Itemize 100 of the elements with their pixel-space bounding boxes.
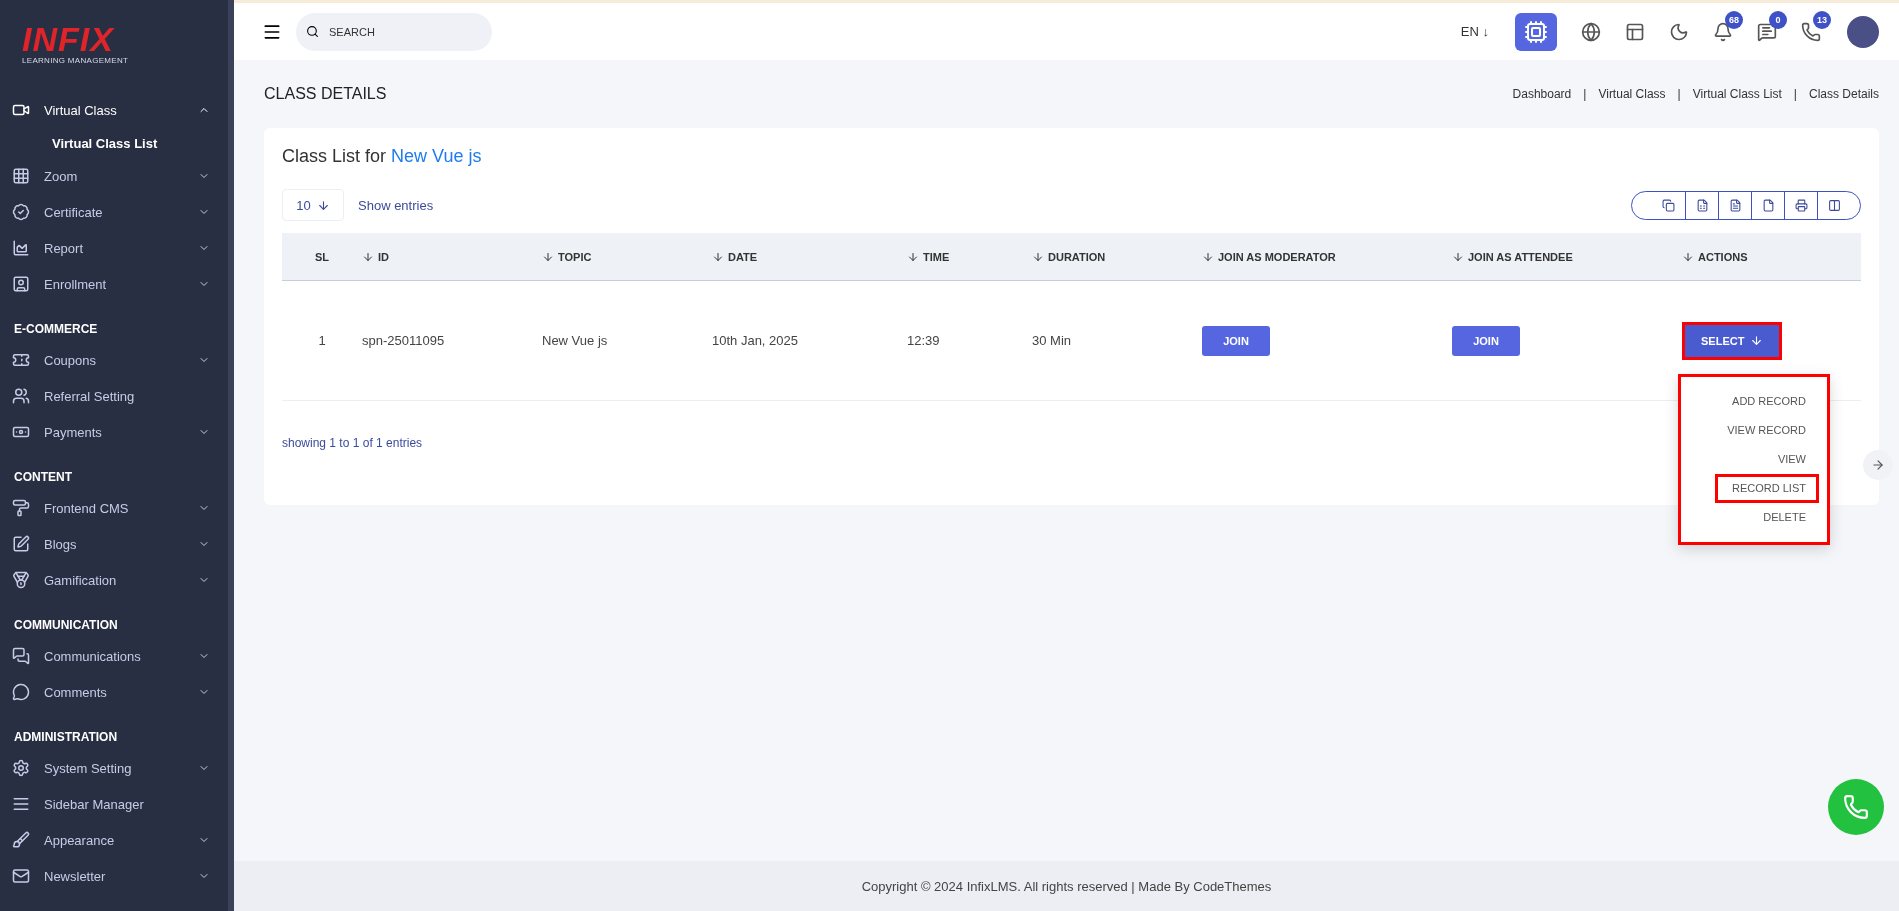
sidebar-section-title: CONTENT [13, 469, 73, 486]
phone-icon [1843, 794, 1869, 820]
sort-arrow-icon [1202, 250, 1214, 263]
chip-icon [1524, 19, 1548, 44]
messages-button[interactable]: 0 [1745, 12, 1789, 51]
breadcrumb-link[interactable]: Class Details [1808, 87, 1879, 101]
sidebar-section-title: E-COMMERCE [13, 321, 99, 338]
bell-icon [1713, 21, 1733, 42]
breadcrumb-separator: | [1793, 87, 1797, 101]
sidebar-item[interactable]: Certificate [0, 194, 228, 230]
document-icon [1728, 198, 1742, 212]
layout-icon [1625, 21, 1645, 42]
menu-item-icon [12, 647, 30, 665]
sidebar-item[interactable]: System Setting [0, 750, 228, 786]
sidebar-item[interactable]: Frontend CMS [0, 490, 228, 526]
search-icon [306, 25, 319, 38]
file-icon [1761, 198, 1775, 212]
sort-arrow-icon [1682, 250, 1694, 263]
menu-item-icon [12, 535, 30, 553]
column-header[interactable]: TOPIC [542, 250, 712, 263]
sidebar-item[interactable]: Gamification [0, 562, 228, 598]
column-header[interactable]: TIME [907, 250, 1032, 263]
whatsapp-button[interactable]: 13 [1789, 12, 1833, 51]
sidebar-item[interactable]: Coupons [0, 342, 228, 378]
sidebar-item[interactable]: Referral Setting [0, 378, 228, 414]
class-link[interactable]: New Vue js [391, 146, 482, 166]
sidebar-item[interactable]: Communications [0, 638, 228, 674]
sidebar-item[interactable]: Blogs [0, 526, 228, 562]
avatar[interactable] [1847, 15, 1879, 48]
menu-item[interactable]: RECORD LIST [1715, 473, 1819, 503]
column-header[interactable]: ACTIONS [1682, 250, 1861, 263]
menu-item[interactable]: DELETE [1715, 502, 1819, 532]
sort-arrow-icon [907, 250, 919, 263]
chat-icon [1757, 21, 1777, 42]
phone-icon [1801, 21, 1821, 42]
menu-item-icon [12, 275, 30, 293]
menu-item[interactable]: VIEW RECORD [1715, 415, 1819, 445]
notifications-button[interactable]: 68 [1701, 12, 1745, 51]
menu-item-icon [12, 387, 30, 405]
moon-icon [1669, 21, 1689, 42]
search-input[interactable]: SEARCH [327, 24, 477, 39]
logo-text: INFIX [22, 22, 114, 56]
ai-button[interactable] [1515, 12, 1557, 51]
page-title: CLASS DETAILS [264, 85, 387, 103]
sidebar-item[interactable]: Appearance [0, 822, 228, 858]
table-cell-text: 1 [317, 333, 327, 348]
column-header[interactable]: JOIN AS MODERATOR [1202, 250, 1452, 263]
card-title: Class List for New Vue js [282, 146, 483, 167]
join-button[interactable]: JOIN [1452, 325, 1520, 356]
language-selector[interactable]: EN ↓ [1460, 24, 1489, 39]
arrow-down-icon [316, 198, 330, 212]
table-cell-text: spn-25011095 [362, 333, 446, 348]
sidebar-item[interactable]: Zoom [0, 158, 228, 194]
breadcrumb-link[interactable]: Virtual Class [1598, 87, 1666, 101]
sidebar-item[interactable]: Sidebar Manager [0, 786, 228, 822]
menu-item-icon [12, 499, 30, 517]
breadcrumb-separator: | [1583, 87, 1587, 101]
columns-icon [1827, 198, 1841, 212]
menu-item-icon [12, 239, 30, 257]
entries-summary: showing 1 to 1 of 1 entries [282, 436, 423, 450]
sidebar-subitem[interactable]: Virtual Class List [0, 128, 228, 158]
menu-item-icon [12, 795, 30, 813]
sidebar-item[interactable]: Newsletter [0, 858, 228, 894]
sidebar-item[interactable]: Comments [0, 674, 228, 710]
breadcrumb-link[interactable]: Virtual Class List [1692, 87, 1782, 101]
menu-item-icon [12, 203, 30, 221]
sort-arrow-icon [1032, 250, 1044, 263]
sidebar-item[interactable]: Payments [0, 414, 228, 450]
menu-item-icon [12, 759, 30, 777]
sidebar-item[interactable]: Virtual Class [0, 92, 228, 128]
join-button[interactable]: JOIN [1202, 325, 1270, 356]
column-header[interactable]: ID [362, 250, 542, 263]
sidebar-item[interactable]: Report [0, 230, 228, 266]
search-bar[interactable]: SEARCH [296, 12, 492, 51]
column-header[interactable]: DATE [712, 250, 907, 263]
sidebar-item[interactable]: Enrollment [0, 266, 228, 302]
sort-arrow-icon [712, 250, 724, 263]
column-header[interactable]: DURATION [1032, 250, 1202, 263]
footer: Copyright © 2024 InfixLMS. All rights reserved | Made By CodeThemes [234, 861, 1899, 911]
copy-icon [1662, 198, 1675, 212]
menu-item[interactable]: ADD RECORD [1715, 386, 1819, 416]
column-header[interactable]: JOIN AS ATTENDEE [1452, 250, 1682, 263]
count-badge: 68 [1725, 10, 1743, 29]
globe-icon [1581, 21, 1601, 42]
sidebar-section-title: COMMUNICATION [13, 617, 119, 634]
menu-item[interactable]: VIEW [1715, 444, 1819, 474]
count-badge: 13 [1813, 10, 1831, 29]
logo-tagline: LEARNING MANAGEMENT [22, 56, 129, 65]
select-button[interactable]: SELECT [1682, 321, 1783, 360]
page-size-select[interactable]: 10 [282, 189, 344, 221]
menu-item-icon [12, 571, 30, 589]
menu-item-icon [12, 683, 30, 701]
breadcrumb-link[interactable]: Dashboard [1512, 87, 1572, 101]
menu-item-icon [12, 351, 30, 369]
spreadsheet-icon [1695, 198, 1709, 212]
table-cell-text: 12:39 [907, 333, 941, 348]
column-header[interactable]: SL [282, 250, 362, 263]
sidebar-section-title: ADMINISTRATION [13, 729, 119, 746]
sort-arrow-icon [362, 250, 374, 263]
show-entries-label: Show entries [358, 197, 434, 213]
